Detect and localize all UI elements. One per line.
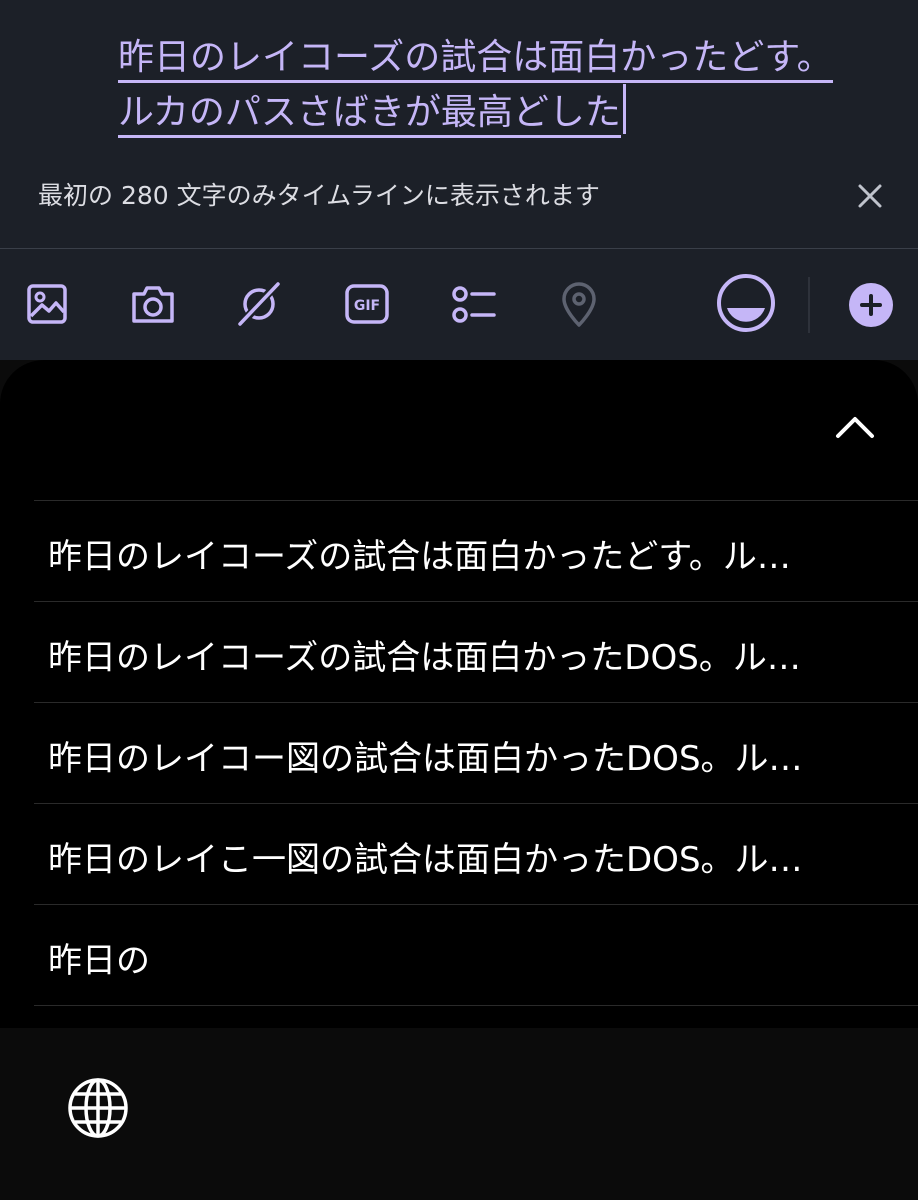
tweet-text-input[interactable]: 昨日のレイコーズの試合は面白かったどす。 ルカのパスさばきが最高どした [118,32,898,138]
text-caret [622,84,626,134]
close-icon[interactable] [852,178,888,214]
predictive-suggestions-panel: 昨日のレイコーズの試合は面白かったどす。ル… 昨日のレイコーズの試合は面白かった… [0,360,918,1028]
poll-icon[interactable] [448,279,498,329]
keyboard-bottom-bar [0,1028,918,1200]
compose-line-2: ルカのパスさばきが最高どした [118,84,898,138]
notice-text: 最初の 280 文字のみタイムラインに表示されます [38,181,600,210]
grok-icon[interactable] [234,279,284,329]
suggestion-item[interactable]: 昨日のレイコー図の試合は面白かったDOS。ル… [34,702,918,803]
compose-toolbar: GIF [0,249,918,360]
compose-area: 昨日のレイコーズの試合は面白かったどす。 ルカのパスさばきが最高どした 最初の … [0,0,918,360]
image-icon[interactable] [22,279,72,329]
globe-icon[interactable] [66,1076,130,1140]
compose-line-1: 昨日のレイコーズの試合は面白かったどす。 [118,32,898,84]
suggestion-item[interactable]: 昨日のレイこ一図の試合は面白かったDOS。ル… [34,803,918,904]
toolbar-separator [808,277,810,333]
char-counter-ring-icon [714,271,778,335]
location-icon[interactable] [554,279,604,329]
suggestion-item[interactable]: 昨日のレイコーズの試合は面白かったDOS。ル… [34,601,918,702]
svg-text:GIF: GIF [354,298,380,314]
suggestion-item[interactable]: 昨日のレイコーズの試合は面白かったどす。ル… [34,500,918,601]
chevron-up-icon[interactable] [832,408,878,448]
character-limit-notice: 最初の 280 文字のみタイムラインに表示されます [0,150,918,248]
suggestion-item[interactable]: 昨日の [34,904,918,1006]
suggestion-list: 昨日のレイコーズの試合は面白かったどす。ル… 昨日のレイコーズの試合は面白かった… [34,500,918,1006]
add-post-icon[interactable] [848,282,894,328]
camera-icon[interactable] [128,279,178,329]
gif-icon[interactable]: GIF [342,279,392,329]
